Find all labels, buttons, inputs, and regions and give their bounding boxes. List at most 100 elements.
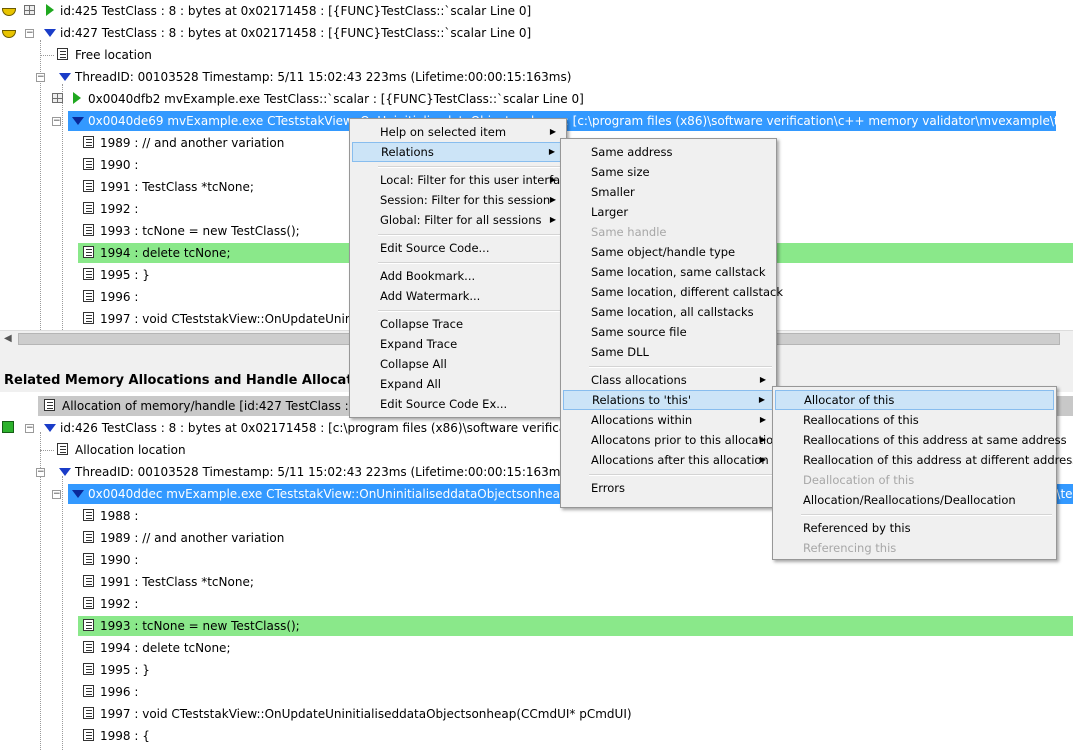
collapsed-node-icon[interactable] (73, 92, 81, 104)
source-line-text: 1997 : void CTeststakView::OnUpdateUnini… (100, 707, 632, 721)
source-line-icon (83, 597, 94, 609)
menu-item-edit-source[interactable]: Edit Source Code... (352, 238, 564, 258)
menu-item-smaller[interactable]: Smaller (563, 182, 774, 202)
collapse-icon[interactable]: − (52, 117, 61, 126)
menu-item-allocations-prior[interactable]: Allocatons prior to this allocation ▶ (563, 430, 781, 450)
menu-item-expand-trace[interactable]: Expand Trace (352, 334, 564, 354)
tree-row-label: Allocation location (75, 443, 186, 457)
collapse-icon[interactable]: − (36, 468, 45, 477)
allocation-status-icon (2, 8, 16, 16)
menu-item-collapse-trace[interactable]: Collapse Trace (352, 314, 564, 334)
menu-item-same-source-file[interactable]: Same source file (563, 322, 774, 342)
menu-item-expand-all[interactable]: Expand All (352, 374, 564, 394)
menu-item-larger[interactable]: Larger (563, 202, 774, 222)
collapsed-node-icon[interactable] (46, 4, 54, 16)
collapse-icon[interactable]: − (36, 73, 45, 82)
menu-item-session-filter[interactable]: Session: Filter for this session ▶ (352, 190, 564, 210)
tree-row[interactable]: 0x0040dfb2 mvExample.exe TestClass::`sca… (0, 88, 1073, 110)
expanded-node-icon[interactable] (59, 468, 71, 476)
source-line-icon (83, 641, 94, 653)
menu-item-same-handle: Same handle (591, 225, 667, 239)
tree-row[interactable]: id:425 TestClass : 8 : bytes at 0x021714… (0, 0, 1073, 22)
submenu-arrow-icon: ▶ (759, 415, 766, 424)
expand-grid-icon[interactable] (52, 93, 63, 103)
menu-item-edit-source-ex[interactable]: Edit Source Code Ex... (352, 394, 564, 414)
menu-item-same-location-different-callstack[interactable]: Same location, different callstack (563, 282, 783, 302)
source-line-text: 1994 : delete tcNone; (100, 246, 231, 260)
menu-item-global-filter[interactable]: Global: Filter for all sessions ▶ (352, 210, 564, 230)
menu-item-help[interactable]: Help on selected item ▶ (352, 122, 564, 142)
expanded-node-icon[interactable] (44, 29, 56, 37)
source-line-text: 1992 : (100, 597, 139, 611)
allocation-status-icon (2, 30, 16, 38)
menu-item-reallocations-same-address[interactable]: Reallocations of this address at same ad… (775, 430, 1067, 450)
menu-item-add-watermark[interactable]: Add Watermark... (352, 286, 564, 306)
source-line-text: 1989 : // and another variation (100, 531, 285, 545)
menu-item-same-location-all-callstacks[interactable]: Same location, all callstacks (563, 302, 774, 322)
source-line-icon (83, 685, 94, 697)
source-line-text: 1995 : } (100, 268, 150, 282)
scroll-left-arrow-icon[interactable]: ◀ (4, 332, 12, 346)
menu-item-class-allocations[interactable]: Class allocations ▶ (563, 370, 774, 390)
tree-row[interactable]: − id:427 TestClass : 8 : bytes at 0x0217… (0, 22, 1073, 44)
menu-separator (378, 234, 562, 236)
menu-item-local-filter[interactable]: Local: Filter for this user interface ▶ (352, 170, 574, 190)
source-line-row[interactable]: 1997 : void CTeststakView::OnUpdateUnini… (0, 703, 1073, 725)
tree-row[interactable]: Free location (0, 44, 1073, 66)
relations-submenu[interactable]: Same address Same size Smaller Larger Sa… (560, 138, 783, 508)
menu-item-same-address[interactable]: Same address (563, 142, 774, 162)
menu-item-allocations-within[interactable]: Allocations within ▶ (563, 410, 774, 430)
source-line-row[interactable]: 1995 : } (0, 659, 1073, 681)
document-icon (57, 48, 68, 60)
menu-item-same-object-type[interactable]: Same object/handle type (563, 242, 774, 262)
source-line-row[interactable]: 1994 : delete tcNone; (0, 637, 1073, 659)
relations-to-this-submenu[interactable]: Allocator of this Reallocations of this … (772, 386, 1073, 560)
submenu-arrow-icon: ▶ (548, 147, 555, 156)
menu-item-relations[interactable]: Relations ▶ (352, 142, 564, 162)
expanded-node-icon[interactable] (72, 117, 84, 125)
document-icon (44, 399, 55, 411)
source-line-row[interactable]: 1991 : TestClass *tcNone; (0, 571, 1073, 593)
menu-item-reallocations-of-this[interactable]: Reallocations of this (775, 410, 1054, 430)
menu-item-relations-to-this[interactable]: Relations to 'this' ▶ (563, 390, 774, 410)
context-menu[interactable]: Help on selected item ▶ Relations ▶ Local:… (349, 118, 574, 418)
expanded-node-icon[interactable] (72, 490, 84, 498)
source-line-text: 1992 : (100, 202, 139, 216)
tree-line (40, 55, 54, 56)
menu-item-same-location-same-callstack[interactable]: Same location, same callstack (563, 262, 774, 282)
source-line-row-highlighted[interactable]: 1993 : tcNone = new TestClass(); (0, 615, 1073, 637)
submenu-arrow-icon: ▶ (549, 175, 556, 184)
source-line-row[interactable]: 1998 : { (0, 725, 1073, 747)
menu-item-referenced-by-this[interactable]: Referenced by this (775, 518, 1054, 538)
source-line-row[interactable]: 1996 : (0, 681, 1073, 703)
source-line-icon (83, 553, 94, 565)
menu-item-same-size[interactable]: Same size (563, 162, 774, 182)
menu-item-same-dll[interactable]: Same DLL (563, 342, 774, 362)
menu-separator (589, 366, 772, 368)
collapse-icon[interactable]: − (52, 490, 61, 499)
menu-item-allocation-lifecycle[interactable]: Allocation/Reallocations/Deallocation (775, 490, 1054, 510)
source-line-icon (83, 619, 94, 631)
collapse-icon[interactable]: − (25, 424, 34, 433)
menu-item-reallocation-different-address[interactable]: Reallocation of this address at differen… (775, 450, 1073, 470)
source-line-icon (83, 729, 94, 741)
menu-item-collapse-all[interactable]: Collapse All (352, 354, 564, 374)
expanded-node-icon[interactable] (59, 73, 71, 81)
source-line-icon (83, 531, 94, 543)
tree-row[interactable]: − ThreadID: 00103528 Timestamp: 5/11 15:… (0, 66, 1073, 88)
tree-row-label: Free location (75, 48, 152, 62)
menu-item-allocator-of-this[interactable]: Allocator of this (775, 390, 1054, 410)
menu-item-allocations-after[interactable]: Allocations after this allocation ▶ (563, 450, 774, 470)
menu-separator (378, 262, 562, 264)
menu-item-errors[interactable]: Errors (563, 478, 774, 498)
menu-item-add-bookmark[interactable]: Add Bookmark... (352, 266, 564, 286)
expand-grid-icon[interactable] (24, 5, 35, 15)
source-line-icon (83, 707, 94, 719)
source-line-icon (83, 312, 94, 324)
expanded-node-icon[interactable] (44, 424, 56, 432)
collapse-icon[interactable]: − (25, 29, 34, 38)
source-line-row[interactable]: 1992 : (0, 593, 1073, 615)
tree-row-label: id:425 TestClass : 8 : bytes at 0x021714… (60, 4, 532, 18)
source-line-text: 1993 : tcNone = new TestClass(); (100, 224, 300, 238)
source-line-text: 1996 : (100, 290, 139, 304)
